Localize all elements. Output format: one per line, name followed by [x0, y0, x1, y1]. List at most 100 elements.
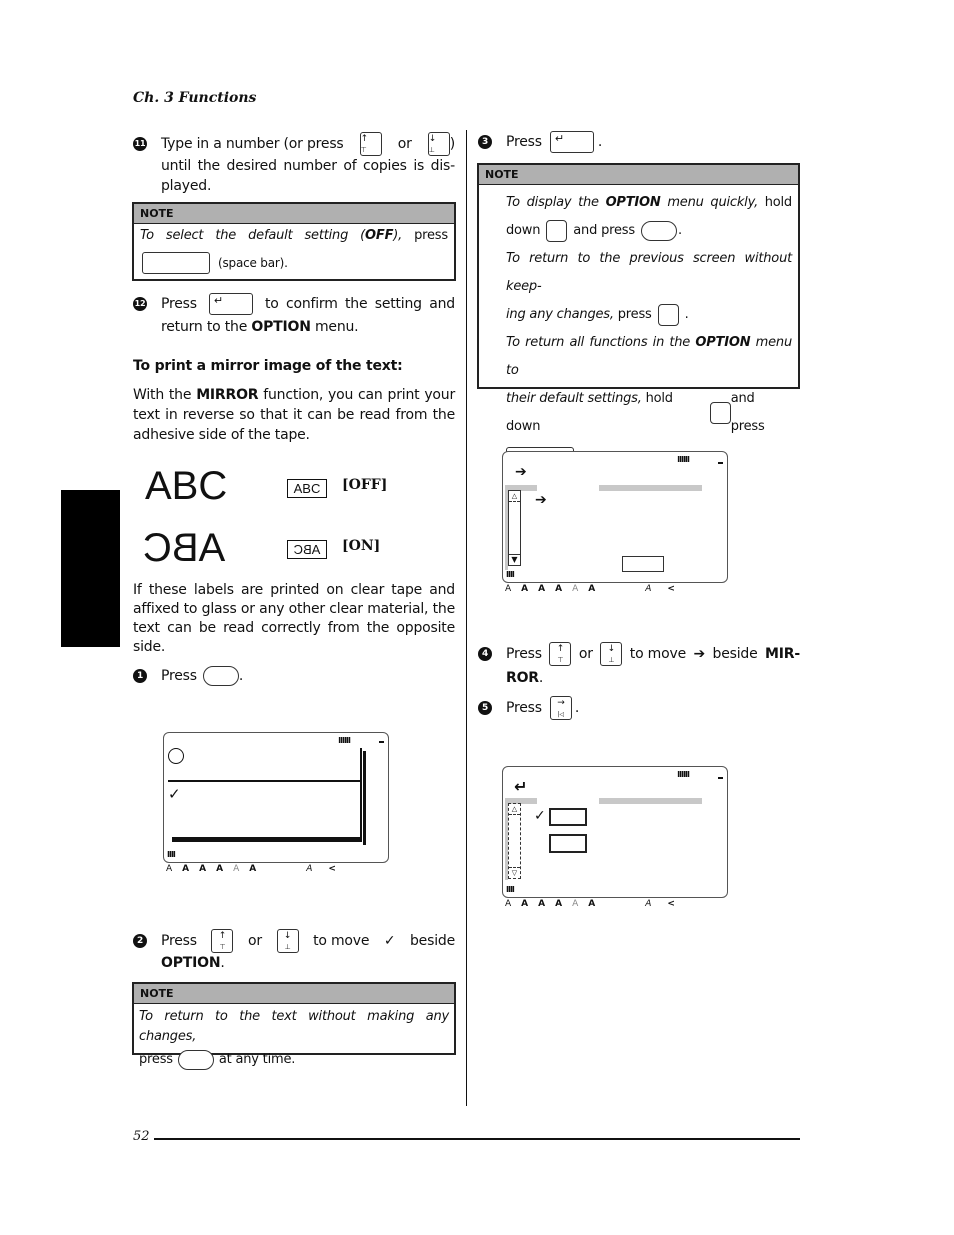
lcd-screen-1: IIIIII ✓ IIII [163, 732, 389, 863]
scrollbar[interactable]: △ ▽ [508, 803, 521, 879]
note-box: NOTE To display the OPTION menu quickly,… [477, 163, 800, 469]
note-heading: NOTE [134, 984, 454, 1004]
arrow-cursor-icon: ➔ [515, 464, 527, 480]
return-key-icon: ↵ [208, 293, 253, 315]
circle-icon [168, 748, 184, 764]
example-box-mirrored: ABC [287, 540, 327, 559]
bottom-ticks: IIII [506, 885, 515, 894]
return-icon: ↵ [514, 777, 528, 796]
arrow-icon: ➔ [693, 646, 706, 662]
example-large-normal: ABC [145, 464, 228, 508]
menu-bar [172, 837, 360, 842]
option-box-off [549, 808, 587, 826]
step-11: 11 Type in a number (or press ↑ ⊤ or ↓ ⊥) … [133, 132, 455, 194]
escape-key-icon [657, 304, 679, 326]
note-box: NOTE To return to the text without makin… [132, 982, 456, 1070]
up-arrow-key-icon: ↑ ⊤ [549, 642, 572, 666]
minus-indicator [718, 777, 723, 779]
step-12: 12 Press ↵ to confirm the setting and return… [133, 293, 455, 335]
tape-indicator: IIIIII [677, 770, 690, 779]
step-number: 11 [133, 137, 147, 151]
menu-line [168, 780, 360, 782]
minus-indicator [718, 462, 723, 464]
note-heading: NOTE [479, 165, 798, 185]
intro-paragraph: With the MIRROR function, you can print … [133, 387, 455, 443]
note-box: NOTE To select the default setting (OFF), pre… [132, 202, 456, 281]
lcd-screen-3: IIIIII ↵ △ ▽ ✓ IIII [502, 766, 728, 898]
value-box [622, 556, 664, 572]
arrow-cursor-icon: ➔ [535, 492, 547, 508]
return-key-icon: ↵ [549, 131, 594, 153]
space-bar-key-icon [142, 252, 210, 274]
right-arrow-key-icon: → |◁ [549, 696, 572, 720]
or-text: or [397, 136, 412, 152]
lcd-status-icons-3: A A A A A A A < [505, 899, 675, 909]
step-number: 4 [478, 647, 492, 661]
down-arrow-key-icon: ↓ ⊥ [276, 929, 299, 953]
step-number: 3 [478, 135, 492, 149]
note-text: To display the OPTION menu quickly, hold… [479, 185, 798, 472]
step-text: played. [161, 178, 212, 194]
clear-tape-paragraph: If these labels are printed on clear tap… [133, 582, 455, 655]
step-number: 1 [133, 669, 147, 683]
scroll-up-icon[interactable]: △ [509, 804, 520, 815]
code-key-icon [546, 220, 568, 242]
footer-rule [154, 1138, 800, 1140]
lcd-screen-2: IIIIII ➔ △ ▼ ➔ IIII [502, 451, 728, 583]
lcd-status-icons-2: A A A A A A A < [505, 584, 675, 594]
step-text: return to the OPTION menu. [161, 319, 359, 335]
value-highlight [599, 485, 702, 491]
note-text: (space bar). [134, 246, 454, 280]
step-text: Type in a number (or press [161, 136, 344, 152]
step-5: 5 Press → |◁ . [478, 696, 579, 720]
tape-indicator: IIIIII [338, 736, 351, 745]
example-label-off: [OFF] [342, 477, 388, 493]
bottom-ticks: IIII [506, 570, 515, 579]
scroll-down-icon[interactable]: ▽ [509, 867, 520, 878]
lcd-status-icons-1: A A A A A A A < [166, 864, 336, 874]
down-arrow-key-icon: ↓ ⊥ [600, 642, 623, 666]
function-key-icon [202, 666, 239, 686]
step-text: until the desired number of copies is di… [161, 158, 455, 174]
up-arrow-key-icon: ↑ ⊤ [359, 132, 382, 156]
scrollbar-shadow [363, 751, 366, 845]
code-key-icon [709, 402, 731, 424]
page-number: 52 [133, 1129, 150, 1144]
note-text: To return to the text without making any… [139, 1009, 449, 1044]
value-highlight [599, 798, 702, 804]
example-label-on: [ON] [342, 538, 381, 554]
step-3: 3 Press ↵ . [478, 131, 602, 153]
step-2: 2 Press ↑ ⊤ or ↓ ⊥ to move ✓ beside OPTION… [133, 929, 455, 973]
example-box-normal: ABC [287, 479, 327, 498]
note-text: To select the default setting (OFF), press [140, 228, 448, 243]
scrollbar-line [360, 748, 362, 842]
section-heading: To print a mirror image of the text: [133, 358, 403, 374]
scrollbar[interactable]: △ ▼ [508, 490, 521, 566]
check-icon: ✓ [383, 933, 396, 949]
tape-indicator: IIIIII [677, 455, 690, 464]
check-icon: ✓ [168, 785, 181, 803]
step-text: Press [161, 296, 197, 312]
step-1: 1 Press . [133, 666, 243, 686]
minus-indicator [379, 741, 384, 743]
bottom-ticks: IIII [167, 850, 176, 859]
note-heading: NOTE [134, 204, 454, 224]
down-arrow-key-icon: ↓ ⊥ [427, 132, 450, 156]
function-key-icon [640, 221, 677, 241]
example-large-mirrored: ABC [143, 526, 226, 570]
column-divider [466, 130, 467, 1106]
option-box-on [549, 834, 587, 853]
step-4: 4 Press ↑ ⊤ or ↓ ⊥ to move ➔ beside MIR- R… [478, 642, 800, 688]
scroll-up-icon[interactable]: △ [509, 491, 520, 502]
check-icon: ✓ [534, 808, 546, 824]
chapter-tab [61, 490, 120, 647]
scroll-down-icon[interactable]: ▼ [509, 554, 520, 565]
chapter-heading: Ch. 3 Functions [133, 90, 257, 106]
step-number: 2 [133, 934, 147, 948]
step-text: Press [161, 668, 197, 684]
step-number: 5 [478, 701, 492, 715]
step-number: 12 [133, 297, 147, 311]
up-arrow-key-icon: ↑ ⊤ [211, 929, 234, 953]
note-text: press at any time. [134, 1047, 454, 1073]
function-key-icon [177, 1050, 214, 1070]
